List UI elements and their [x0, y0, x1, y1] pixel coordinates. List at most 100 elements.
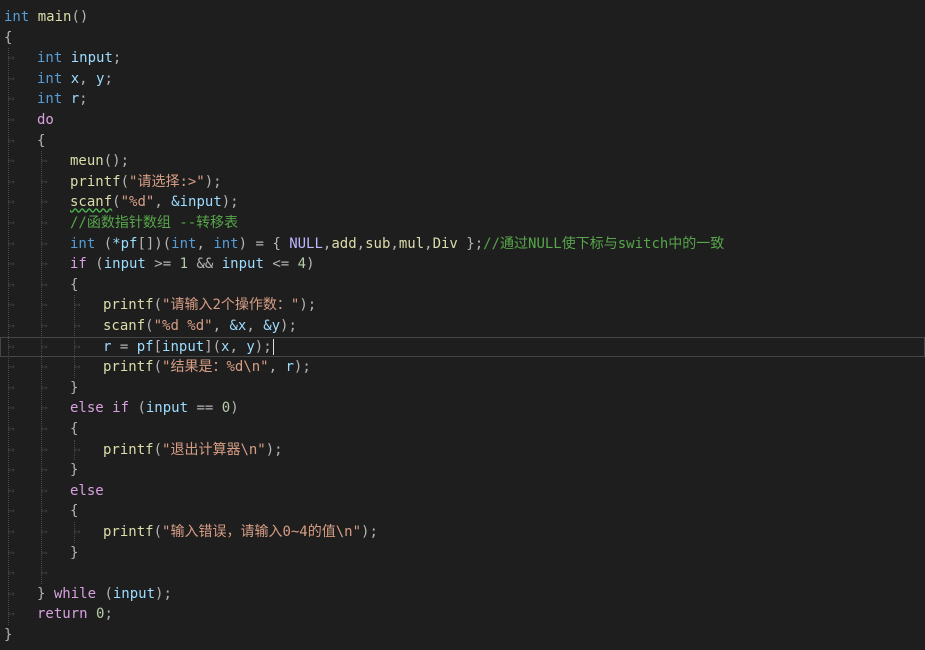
code-token: );	[204, 173, 222, 190]
code-line[interactable]: }	[0, 625, 925, 646]
code-token: (	[153, 297, 163, 314]
code-token: input	[145, 400, 189, 417]
code-line[interactable]: printf("退出计算器\n");	[0, 440, 925, 461]
code-token: ,	[356, 235, 366, 252]
code-token: "输入错误，请输入0~4的值\n"	[162, 524, 362, 540]
code-line[interactable]: int main()	[0, 7, 925, 28]
code-token: 1	[179, 256, 189, 273]
code-token: int	[4, 9, 30, 25]
code-line[interactable]: do	[0, 110, 925, 131]
code-token: (	[153, 441, 163, 458]
code-token: (	[112, 194, 121, 211]
code-token: );	[254, 338, 272, 355]
code-token: }	[37, 585, 54, 602]
code-line[interactable]: int (*pf[])(int, int) = { NULL,add,sub,m…	[0, 234, 925, 255]
code-line[interactable]: {	[0, 419, 925, 440]
code-token: (	[129, 400, 146, 417]
code-token: ()	[71, 9, 89, 25]
code-token: &&	[188, 256, 222, 273]
code-line[interactable]: //函数指针数组 --转移表	[0, 213, 925, 234]
code-token: ,	[212, 318, 230, 334]
code-line[interactable]	[0, 563, 925, 584]
code-token: (	[95, 235, 113, 252]
code-token: "请选择:>"	[129, 173, 205, 190]
code-token: //通过NULL使下标与switch中的一致	[483, 235, 725, 252]
text-caret	[273, 339, 274, 356]
code-line[interactable]: }	[0, 460, 925, 481]
code-token: do	[37, 112, 54, 128]
code-line[interactable]: scanf("%d", &input);	[0, 192, 925, 213]
code-token: add	[331, 235, 357, 252]
code-token: int	[171, 235, 197, 252]
code-token: }	[70, 544, 79, 561]
code-token: int	[37, 91, 63, 108]
code-token: [	[153, 338, 163, 355]
code-token: "退出计算器\n"	[162, 441, 266, 458]
code-line[interactable]: } while (input);	[0, 584, 925, 605]
code-line[interactable]: else if (input == 0)	[0, 398, 925, 419]
code-editor[interactable]: int main(){int input; ↦ int x, y; ↦ int r; ↦ d…	[0, 0, 925, 650]
code-token: {	[37, 132, 46, 149]
code-line[interactable]: scanf("%d %d", &x, &y);	[0, 316, 925, 337]
code-line[interactable]: }	[0, 543, 925, 564]
code-token: //函数指针数组 --转移表	[70, 215, 239, 231]
code-line[interactable]: r = pf[input](x, y);	[0, 337, 925, 358]
code-line[interactable]: if (input >= 1 && input <= 4)	[0, 254, 925, 275]
code-line[interactable]: meun();	[0, 151, 925, 172]
code-token: Div	[432, 235, 458, 252]
code-token: x	[70, 70, 80, 87]
code-line[interactable]: int x, y;	[0, 69, 925, 90]
code-token: input	[103, 256, 146, 273]
code-token: &x	[229, 318, 247, 334]
code-line[interactable]: {	[0, 275, 925, 296]
code-token: {	[70, 276, 79, 293]
code-token: else	[70, 400, 104, 417]
code-token: else	[70, 482, 104, 499]
code-line[interactable]: {	[0, 501, 925, 522]
code-token: ();	[103, 153, 130, 170]
code-line[interactable]: printf("结果是：%d\n", r);	[0, 357, 925, 378]
code-token: =	[111, 338, 137, 355]
code-token: printf	[103, 441, 154, 458]
code-line[interactable]: else	[0, 481, 925, 502]
code-token: ==	[188, 400, 222, 417]
code-line[interactable]: {	[0, 28, 925, 49]
code-token: );	[293, 359, 311, 376]
code-token: }	[70, 462, 79, 479]
code-token: NULL	[289, 235, 323, 252]
code-token: int	[70, 235, 96, 252]
code-line[interactable]: }	[0, 378, 925, 399]
code-token: );	[361, 524, 378, 540]
code-line[interactable]: printf("请输入2个操作数：");	[0, 295, 925, 316]
code-line[interactable]: return 0;	[0, 604, 925, 625]
code-token: )	[230, 400, 239, 417]
code-token: printf	[103, 524, 154, 540]
code-line[interactable]: printf("请选择:>");	[0, 172, 925, 193]
code-token: meun	[70, 153, 104, 170]
code-line[interactable]: int r;	[0, 89, 925, 110]
code-token: &input	[171, 194, 222, 211]
code-token: scanf	[103, 318, 146, 334]
code-line[interactable]: printf("输入错误，请输入0~4的值\n");	[0, 522, 925, 543]
code-line[interactable]: {	[0, 131, 925, 152]
code-token: input	[221, 256, 264, 273]
code-token: ,	[424, 235, 433, 252]
code-line[interactable]: int input;	[0, 48, 925, 69]
code-token: {	[70, 503, 79, 520]
indent-guide	[41, 151, 42, 584]
code-token: }	[70, 379, 79, 396]
indent-guide	[8, 48, 9, 625]
code-token: (	[120, 173, 130, 190]
code-token: >=	[145, 256, 180, 273]
code-token: [])(	[137, 235, 172, 252]
code-token: "%d %d"	[153, 318, 213, 334]
code-token: ](	[204, 338, 222, 355]
code-token: ,	[268, 359, 286, 376]
code-token: r	[70, 91, 80, 108]
code-token: 4	[297, 256, 307, 273]
